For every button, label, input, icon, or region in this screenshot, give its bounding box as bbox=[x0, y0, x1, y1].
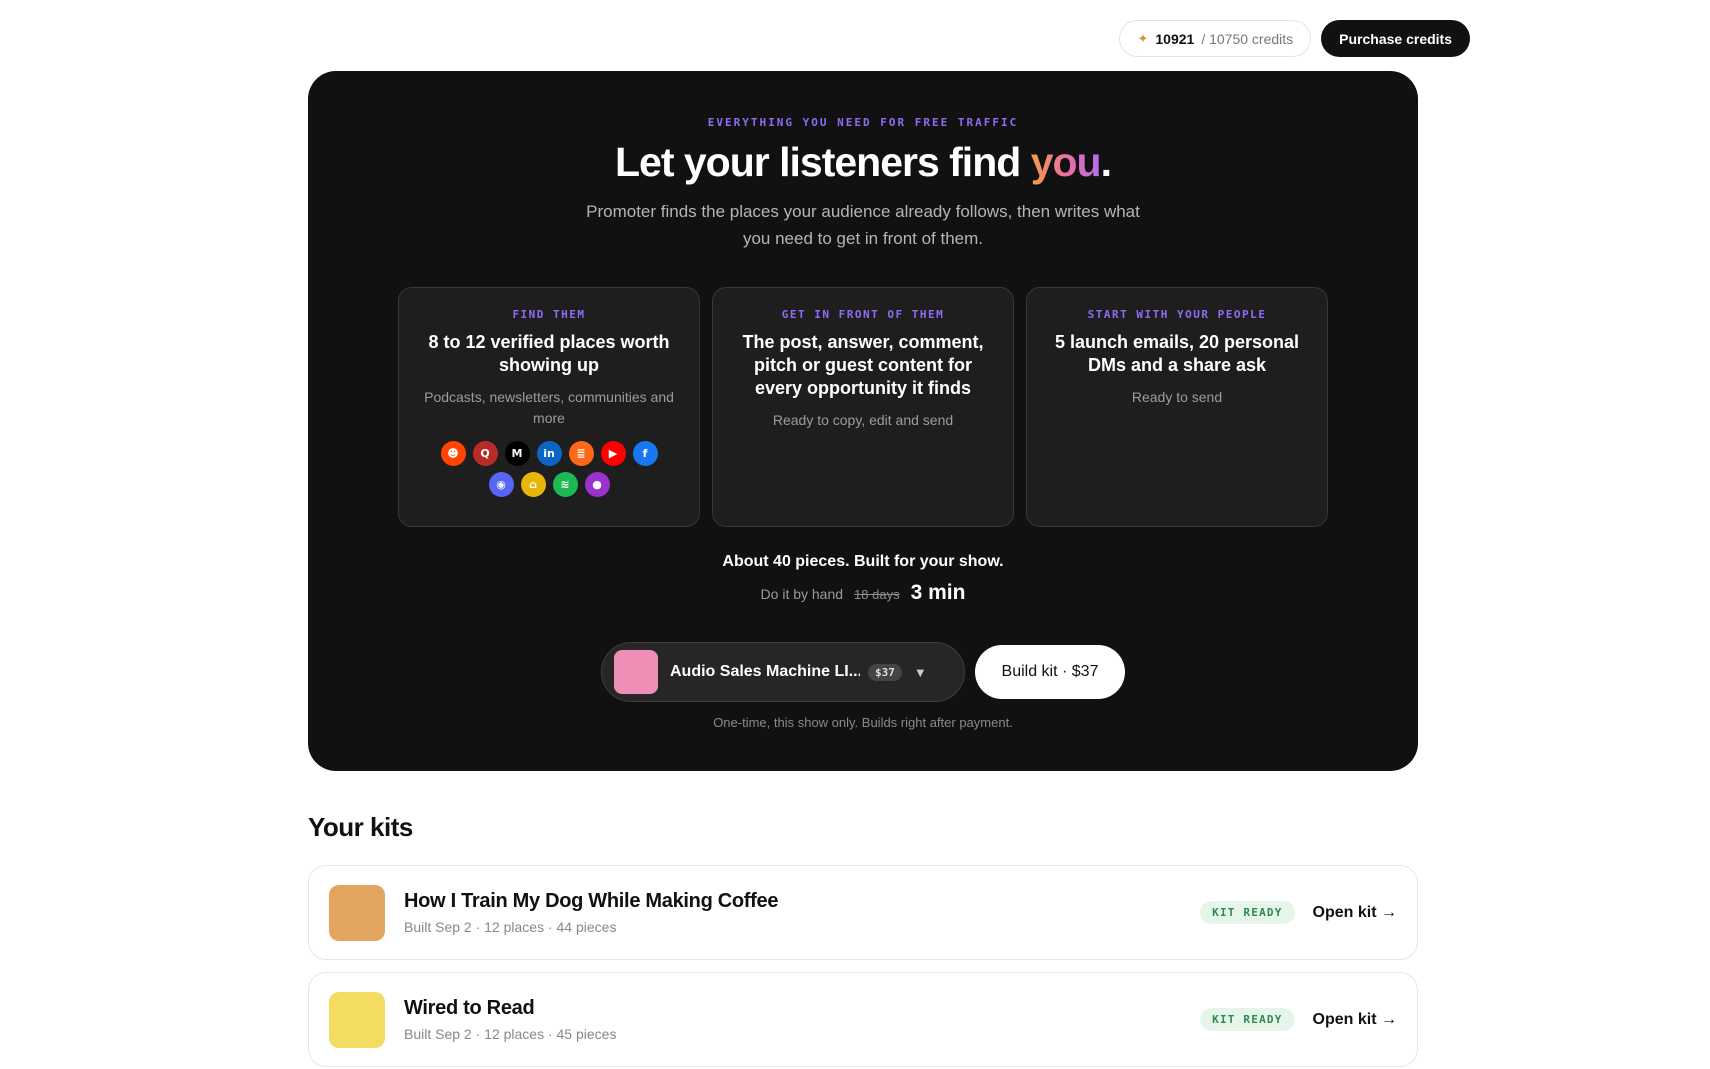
kit-thumbnail bbox=[329, 991, 385, 1048]
hero-title-main: Let your listeners find bbox=[614, 139, 1031, 185]
hero-title-accent: you bbox=[1030, 139, 1102, 185]
sparkle-icon: ✦ bbox=[1137, 30, 1149, 46]
credits-current: 10921 bbox=[1155, 30, 1195, 47]
kit-status-badge: KIT READY bbox=[1200, 1008, 1295, 1031]
credits-pill[interactable]: ✦ 10921 / 10750 credits bbox=[1119, 20, 1312, 57]
facebook-icon: f bbox=[632, 441, 658, 466]
medium-icon: M bbox=[504, 441, 530, 466]
card-eyebrow: START WITH YOUR PEOPLE bbox=[1087, 308, 1267, 321]
time-comparison: Do it by hand 18 days 3 min bbox=[308, 581, 1418, 605]
card-title: 5 launch emails, 20 personal DMs and a s… bbox=[1054, 332, 1300, 375]
kit-name: How I Train My Dog While Making Coffee bbox=[404, 890, 779, 912]
kit-info: How I Train My Dog While Making Coffee B… bbox=[404, 890, 1200, 935]
hero-subtitle: Promoter finds the places your audience … bbox=[586, 202, 1140, 248]
kit-thumbnail bbox=[329, 884, 385, 941]
card-desc: Ready to send bbox=[1131, 389, 1223, 405]
feature-card-find: FIND THEM 8 to 12 verified places worth … bbox=[398, 287, 700, 527]
youtube-icon: ▶ bbox=[600, 441, 626, 466]
credits-max: / 10750 credits bbox=[1201, 30, 1294, 47]
card-eyebrow: FIND THEM bbox=[512, 308, 586, 321]
kits-section-title: Your kits bbox=[308, 812, 413, 842]
hero-eyebrow: EVERYTHING YOU NEED FOR FREE TRAFFIC bbox=[707, 116, 1019, 129]
reddit-icon: ☻ bbox=[440, 441, 466, 466]
chevron-down-icon: ▼ bbox=[913, 664, 927, 680]
kit-meta: Built Sep 2 · 12 places · 45 pieces bbox=[404, 1026, 617, 1042]
card-title: The post, answer, comment, pitch or gues… bbox=[742, 332, 984, 398]
card-eyebrow: GET IN FRONT OF THEM bbox=[781, 308, 945, 321]
price-badge: $37 bbox=[868, 663, 902, 681]
kit-name: Wired to Read bbox=[404, 997, 535, 1019]
purchase-credits-button[interactable]: Purchase credits bbox=[1321, 20, 1470, 57]
open-kit-link[interactable]: Open kit → bbox=[1313, 1011, 1397, 1029]
card-desc: Podcasts, newsletters, communities and m… bbox=[424, 389, 674, 426]
quora-icon: Q bbox=[472, 441, 498, 466]
kit-info: Wired to Read Built Sep 2 · 12 places · … bbox=[404, 997, 1200, 1042]
platform-icons: ☻ Q Min ≣ ▶ f ◉ ⌂ ≋ ● bbox=[419, 441, 679, 497]
kit-row[interactable]: How I Train My Dog While Making Coffee B… bbox=[308, 865, 1418, 960]
kit-status-badge: KIT READY bbox=[1200, 901, 1295, 924]
open-kit-link[interactable]: Open kit → bbox=[1313, 904, 1397, 922]
feature-card-get-in-front: GET IN FRONT OF THEM The post, answer, c… bbox=[712, 287, 1014, 527]
compare-label: Do it by hand bbox=[760, 586, 844, 602]
linkedin-icon: in bbox=[536, 441, 562, 466]
feature-card-start-people: START WITH YOUR PEOPLE 5 launch emails, … bbox=[1026, 287, 1328, 527]
kit-meta: Built Sep 2 · 12 places · 44 pieces bbox=[404, 919, 617, 935]
spotify-icon: ≋ bbox=[552, 472, 578, 497]
card-desc: Ready to copy, edit and send bbox=[772, 412, 954, 428]
compare-new-time: 3 min bbox=[910, 581, 966, 604]
discord-icon: ◉ bbox=[488, 472, 514, 497]
compare-old-time: 18 days bbox=[854, 587, 900, 602]
feature-cards: FIND THEM 8 to 12 verified places worth … bbox=[398, 287, 1328, 527]
topbar: ✦ 10921 / 10750 credits Purchase credits bbox=[1119, 20, 1470, 57]
hero-title-end: . bbox=[1100, 139, 1112, 185]
producthunt-icon: ⌂ bbox=[520, 472, 546, 497]
show-thumbnail bbox=[614, 650, 658, 694]
pieces-summary: About 40 pieces. Built for your show. bbox=[722, 553, 1004, 570]
apple-podcasts-icon: ● bbox=[584, 472, 610, 497]
hero-title: Let your listeners find you. bbox=[308, 139, 1418, 186]
show-name: Audio Sales Machine LI... bbox=[670, 663, 860, 680]
build-kit-button[interactable]: Build kit · $37 bbox=[975, 645, 1125, 699]
show-picker-dropdown[interactable]: Audio Sales Machine LI... $37 ▼ bbox=[601, 642, 965, 702]
substack-icon: ≣ bbox=[568, 441, 594, 466]
kit-row[interactable]: Wired to Read Built Sep 2 · 12 places · … bbox=[308, 972, 1418, 1067]
fine-print: One-time, this show only. Builds right a… bbox=[713, 715, 1013, 730]
hero-panel: EVERYTHING YOU NEED FOR FREE TRAFFIC Let… bbox=[308, 71, 1418, 771]
card-title: 8 to 12 verified places worth showing up bbox=[428, 332, 670, 375]
